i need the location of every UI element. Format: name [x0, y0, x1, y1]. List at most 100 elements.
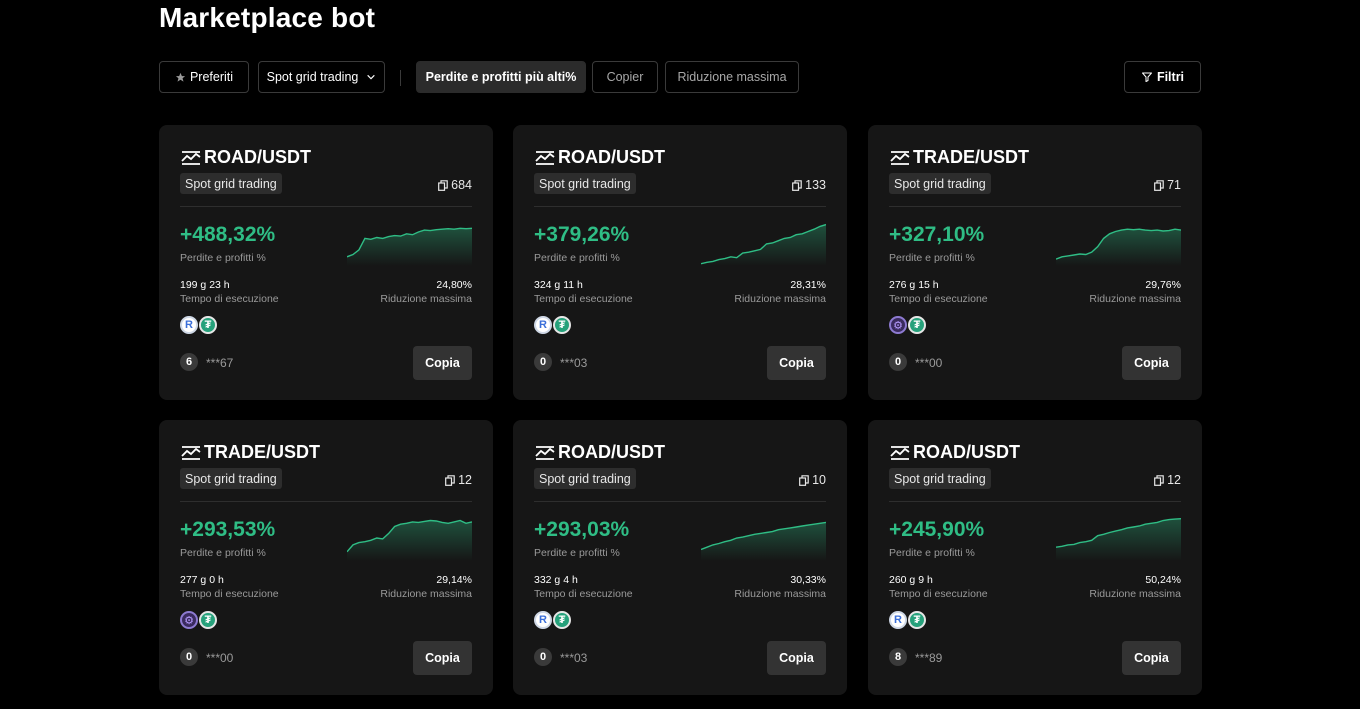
copy-button[interactable]: Copia	[767, 346, 826, 380]
runtime-label: Tempo di esecuzione	[180, 293, 279, 305]
pnl-value: +245,90%	[889, 518, 985, 541]
drawdown-label: Riduzione massima	[734, 293, 826, 305]
road-coin-icon: R	[534, 316, 552, 334]
usdt-coin-icon: ₮	[553, 611, 571, 629]
creator-name: ***03	[560, 651, 588, 665]
sort-copier-button[interactable]: Copier	[592, 61, 658, 93]
pnl-value: +488,32%	[180, 223, 276, 246]
toolbar-divider	[400, 70, 401, 86]
pnl-value: +379,26%	[534, 223, 630, 246]
rank-badge: 0	[534, 353, 552, 371]
copy-icon	[445, 474, 455, 486]
pair-title: TRADE/USDT	[181, 442, 320, 463]
bot-card[interactable]: TRADE/USDT Spot grid trading 71 +327,10%…	[868, 125, 1202, 400]
creator-name: ***03	[560, 356, 588, 370]
filters-button[interactable]: Filtri	[1124, 61, 1201, 93]
drawdown-value: 29,76%	[1145, 279, 1181, 291]
copier-count: 133	[792, 178, 826, 192]
pnl-value: +293,53%	[180, 518, 276, 541]
pnl-sparkline	[347, 519, 472, 561]
pnl-sparkline	[1056, 228, 1181, 266]
filters-label: Filtri	[1156, 70, 1185, 84]
strategy-select-value: Spot grid trading	[266, 70, 359, 84]
copy-button[interactable]: Copia	[1122, 641, 1181, 675]
copy-button[interactable]: Copia	[1122, 346, 1181, 380]
pnl-label: Perdite e profitti %	[889, 252, 975, 264]
pnl-sparkline	[347, 227, 472, 266]
copier-count-value: 684	[451, 178, 472, 192]
strategy-select[interactable]: Spot grid trading	[258, 61, 385, 93]
strategy-badge: Spot grid trading	[180, 173, 282, 194]
favorites-button[interactable]: Preferiti	[159, 61, 249, 93]
runtime-value: 324 g 11 h	[534, 279, 583, 291]
usdt-coin-icon: ₮	[199, 316, 217, 334]
pnl-value: +293,03%	[534, 518, 630, 541]
pair-title: ROAD/USDT	[181, 147, 311, 168]
usdt-coin-icon: ₮	[908, 611, 926, 629]
usdt-coin-icon: ₮	[908, 316, 926, 334]
star-icon	[175, 72, 186, 83]
bot-card[interactable]: ROAD/USDT Spot grid trading 12 +245,90% …	[868, 420, 1202, 695]
sort-pnl-button[interactable]: Perdite e profitti più alti%	[416, 61, 586, 93]
runtime-value: 277 g 0 h	[180, 574, 224, 586]
pnl-sparkline	[701, 521, 826, 561]
trade-coin-icon: ⚙	[180, 611, 198, 629]
rank-badge: 0	[889, 353, 907, 371]
copy-icon	[438, 179, 448, 191]
road-coin-icon: R	[534, 611, 552, 629]
rank-badge: 0	[180, 648, 198, 666]
runtime-value: 199 g 23 h	[180, 279, 230, 291]
pair-title: ROAD/USDT	[535, 147, 665, 168]
drawdown-value: 28,31%	[790, 279, 826, 291]
bot-card[interactable]: ROAD/USDT Spot grid trading 133 +379,26%…	[513, 125, 847, 400]
pnl-value: +327,10%	[889, 223, 985, 246]
copier-count: 71	[1154, 178, 1181, 192]
pnl-label: Perdite e profitti %	[534, 547, 620, 559]
copy-button[interactable]: Copia	[767, 641, 826, 675]
rank-badge: 8	[889, 648, 907, 666]
card-divider	[534, 501, 826, 502]
card-divider	[889, 501, 1181, 502]
grid-bot-icon	[890, 150, 910, 165]
drawdown-label: Riduzione massima	[1089, 588, 1181, 600]
pair-label: ROAD/USDT	[558, 442, 665, 462]
sparkline-area	[347, 520, 472, 561]
strategy-badge: Spot grid trading	[534, 173, 636, 194]
runtime-label: Tempo di esecuzione	[180, 588, 279, 600]
creator-name: ***00	[206, 651, 234, 665]
sort-drawdown-button[interactable]: Riduzione massima	[665, 61, 799, 93]
bot-card[interactable]: TRADE/USDT Spot grid trading 12 +293,53%…	[159, 420, 493, 695]
pair-title: ROAD/USDT	[535, 442, 665, 463]
pnl-label: Perdite e profitti %	[534, 252, 620, 264]
sparkline-area	[1056, 229, 1181, 266]
road-coin-icon: R	[889, 611, 907, 629]
pnl-sparkline	[1056, 518, 1181, 561]
copier-count: 12	[445, 473, 472, 487]
pair-title: TRADE/USDT	[890, 147, 1029, 168]
grid-bot-icon	[535, 150, 555, 165]
coin-pair-icons: ⚙ ₮	[180, 611, 218, 629]
copier-count-value: 12	[458, 473, 472, 487]
card-divider	[889, 206, 1181, 207]
card-divider	[534, 206, 826, 207]
filter-icon	[1141, 71, 1153, 83]
copy-icon	[799, 474, 809, 486]
copier-count: 684	[438, 178, 472, 192]
copy-button[interactable]: Copia	[413, 641, 472, 675]
copier-count-value: 71	[1167, 178, 1181, 192]
pnl-label: Perdite e profitti %	[180, 252, 266, 264]
copy-button[interactable]: Copia	[413, 346, 472, 380]
coin-pair-icons: R ₮	[534, 611, 572, 629]
pair-label: ROAD/USDT	[913, 442, 1020, 462]
strategy-badge: Spot grid trading	[889, 468, 991, 489]
toolbar: Preferiti Spot grid trading Perdite e pr…	[159, 61, 1201, 95]
sparkline-area	[1056, 518, 1181, 561]
drawdown-label: Riduzione massima	[734, 588, 826, 600]
card-divider	[180, 206, 472, 207]
bot-card[interactable]: ROAD/USDT Spot grid trading 10 +293,03% …	[513, 420, 847, 695]
runtime-label: Tempo di esecuzione	[889, 588, 988, 600]
creator-name: ***67	[206, 356, 234, 370]
bot-card[interactable]: ROAD/USDT Spot grid trading 684 +488,32%…	[159, 125, 493, 400]
drawdown-value: 24,80%	[436, 279, 472, 291]
copy-icon	[1154, 474, 1164, 486]
